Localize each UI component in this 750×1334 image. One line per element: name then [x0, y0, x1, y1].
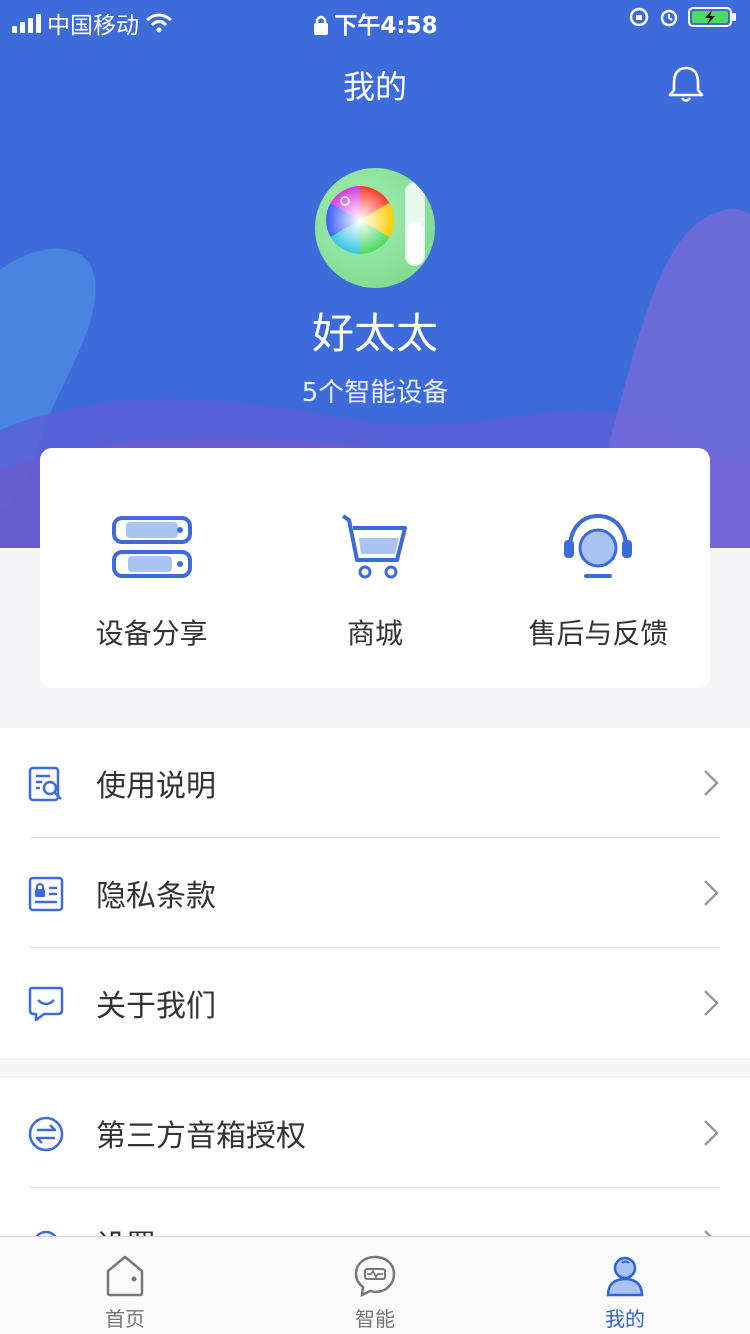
- menu-item-speaker-auth[interactable]: 第三方音箱授权: [0, 1078, 750, 1188]
- tab-label: 智能: [355, 1307, 395, 1331]
- tab-label: 首页: [105, 1307, 145, 1331]
- chevron-right-icon: [704, 990, 719, 1016]
- headset-icon: [564, 513, 633, 578]
- menu-item-privacy[interactable]: 隐私条款: [0, 838, 750, 948]
- manual-search-icon: [28, 766, 62, 802]
- device-count[interactable]: 5个智能设备: [0, 372, 750, 409]
- chevron-right-icon: [704, 880, 719, 906]
- menu-item-manual[interactable]: 使用说明: [0, 728, 750, 838]
- lock-icon: [314, 15, 329, 35]
- device-share-icon: [111, 516, 192, 578]
- quick-action-label: 售后与反馈: [528, 617, 669, 650]
- nickname: 好太太: [311, 309, 438, 358]
- chevron-right-icon: [704, 1120, 719, 1146]
- chat-bubble-icon: [28, 986, 64, 1022]
- swap-icon: [28, 1116, 64, 1152]
- bell-icon[interactable]: [664, 62, 708, 106]
- home-icon: [106, 1255, 144, 1297]
- smart-chat-icon: [354, 1255, 396, 1298]
- status-bar: 中国移动 下午4:58: [0, 0, 750, 40]
- quick-action-device-share[interactable]: 设备分享: [40, 448, 263, 688]
- tab-home[interactable]: 首页: [0, 1237, 250, 1334]
- user-icon: [606, 1256, 644, 1297]
- tab-label: 我的: [605, 1307, 645, 1331]
- alarm-icon: [660, 9, 678, 27]
- tab-smart[interactable]: 智能: [250, 1237, 500, 1334]
- menu-item-label: 关于我们: [96, 989, 216, 1024]
- menu-item-label: 第三方音箱授权: [96, 1119, 306, 1154]
- status-time: 下午4:58: [334, 13, 438, 39]
- menu-item-label: 使用说明: [96, 769, 216, 804]
- avatar[interactable]: [315, 168, 435, 288]
- quick-action-label: 设备分享: [95, 617, 208, 650]
- chevron-right-icon: [704, 770, 719, 796]
- bottom-tab-bar: 首页 智能 我的: [0, 1236, 750, 1334]
- privacy-lock-icon: [28, 876, 64, 912]
- page-title: 我的: [342, 68, 407, 106]
- quick-action-label: 商城: [346, 617, 403, 650]
- quick-actions-card: 设备分享 商城 售后与反馈: [40, 448, 710, 688]
- quick-action-support[interactable]: 售后与反馈: [487, 448, 710, 688]
- battery-icon: [688, 7, 736, 27]
- tab-mine[interactable]: 我的: [500, 1237, 750, 1334]
- rotation-lock-icon: [629, 7, 649, 27]
- color-wheel-avatar-image: [326, 182, 425, 266]
- menu-item-label: 隐私条款: [96, 879, 216, 914]
- menu-group-info: 使用说明 隐私条款 关于我们: [0, 728, 750, 1058]
- status-right: [628, 6, 738, 28]
- menu-item-about[interactable]: 关于我们: [0, 948, 750, 1058]
- cart-icon: [341, 514, 407, 579]
- quick-action-mall[interactable]: 商城: [263, 448, 486, 688]
